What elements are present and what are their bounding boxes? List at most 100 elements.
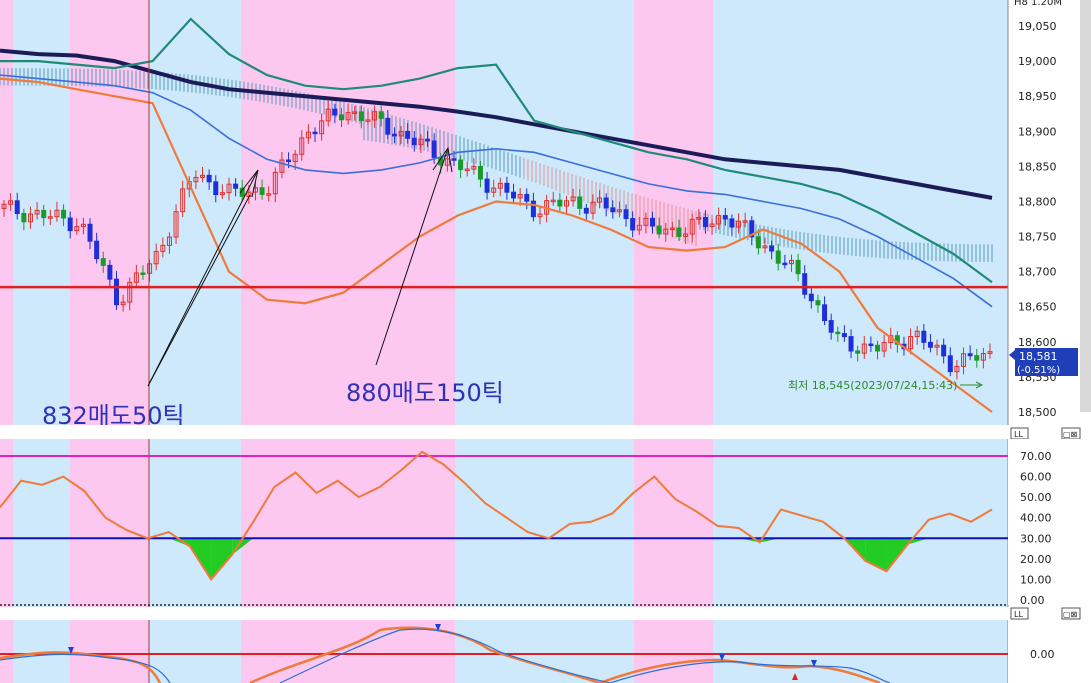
current-change-label: (-0.51%)	[1017, 365, 1060, 376]
candle-body	[782, 262, 788, 266]
price-tick-label: 18,900	[1018, 125, 1057, 138]
candle-body	[477, 165, 483, 180]
candle-body	[583, 207, 589, 214]
svg-text:▢⊠: ▢⊠	[1063, 610, 1077, 619]
svg-text:LL: LL	[1014, 430, 1023, 439]
candle-body	[458, 159, 464, 171]
candle-body	[769, 245, 775, 252]
session-band	[241, 0, 455, 683]
candle-body	[775, 250, 781, 264]
candle-body	[815, 300, 821, 306]
annotation-label-2: 880매도150틱	[346, 379, 504, 407]
svg-text:▢⊠: ▢⊠	[1063, 430, 1077, 439]
candle-body	[378, 111, 384, 119]
candle-body	[650, 217, 656, 227]
candle-body	[875, 344, 881, 352]
candle-body	[841, 333, 847, 338]
candle-body	[504, 182, 510, 193]
session-band	[634, 0, 713, 683]
candle-body	[524, 193, 530, 202]
candle-body	[927, 341, 933, 348]
session-band	[13, 0, 70, 683]
candle-body	[41, 209, 47, 219]
rsi-tick-label: 60.00	[1020, 471, 1052, 484]
candle-body	[967, 353, 973, 357]
candle-body	[405, 130, 411, 139]
candle-body	[113, 278, 119, 306]
candle-body	[623, 209, 629, 219]
price-tick-label: 19,050	[1018, 20, 1057, 33]
price-tick-label: 18,650	[1018, 301, 1057, 314]
svg-text:LL: LL	[1014, 610, 1023, 619]
candle-body	[755, 236, 761, 249]
candle-body	[431, 140, 437, 158]
price-tick-label: 18,800	[1018, 196, 1057, 209]
candle-body	[425, 138, 431, 142]
rsi-tick-label: 0.00	[1020, 594, 1045, 607]
price-tick-label: 18,700	[1018, 266, 1057, 279]
price-tick-label: 18,500	[1018, 406, 1057, 419]
candle-body	[530, 200, 536, 218]
candle-body	[603, 197, 609, 209]
candle-body	[947, 355, 953, 373]
candle-body	[941, 344, 947, 357]
rsi-tick-label: 20.00	[1020, 553, 1052, 566]
candle-body	[332, 108, 338, 116]
lowest-price-label: 최저 18,545(2023/07/24,15:43)	[788, 379, 957, 392]
candle-body	[630, 217, 636, 231]
price-tick-label: 18,950	[1018, 90, 1057, 103]
candle-body	[21, 212, 27, 223]
candle-body	[835, 331, 841, 335]
rsi-tick-label: 70.00	[1020, 450, 1052, 463]
candle-body	[828, 320, 834, 333]
macd-tick-zero: 0.00	[1030, 648, 1055, 661]
session-band	[148, 0, 241, 683]
candle-body	[676, 227, 682, 237]
candle-body	[61, 209, 67, 219]
candle-body	[140, 272, 146, 275]
candle-body	[610, 207, 616, 213]
candle-body	[358, 111, 364, 122]
candle-body	[100, 258, 106, 266]
rsi-tick-label: 30.00	[1020, 532, 1052, 545]
candle-body	[286, 159, 292, 163]
candle-body	[451, 158, 457, 161]
candle-body	[338, 114, 344, 121]
candle-body	[822, 304, 828, 322]
price-scrollbar[interactable]	[1080, 0, 1091, 412]
session-band	[713, 0, 1008, 683]
candle-body	[722, 215, 728, 220]
price-tick-label: 19,000	[1018, 55, 1057, 68]
candle-body	[233, 183, 239, 189]
candle-body	[391, 133, 397, 137]
session-band	[70, 0, 148, 683]
candle-body	[213, 181, 219, 196]
header-partial-text: H8 1.20M	[1014, 0, 1062, 8]
candle-body	[411, 137, 417, 146]
candle-body	[729, 218, 735, 228]
candle-body	[107, 264, 113, 280]
candle-body	[87, 223, 93, 242]
candle-body	[808, 293, 814, 302]
candle-body	[94, 240, 100, 260]
session-band	[455, 0, 634, 683]
panel-header-rsi: LL ▢⊠	[0, 425, 1091, 440]
candle-body	[511, 191, 517, 199]
candle-body	[484, 178, 490, 193]
candle-body	[795, 259, 801, 275]
price-tick-label: 18,600	[1018, 336, 1057, 349]
candle-body	[557, 199, 563, 207]
candle-body	[312, 131, 318, 135]
rsi-tick-label: 10.00	[1020, 573, 1052, 586]
candle-body	[974, 355, 980, 361]
candle-body	[385, 117, 391, 135]
candle-body	[848, 336, 854, 352]
price-tick-label: 18,750	[1018, 231, 1057, 244]
candle-body	[67, 217, 73, 232]
rsi-tick-label: 40.00	[1020, 512, 1052, 525]
rsi-tick-label: 50.00	[1020, 491, 1052, 504]
candle-body	[577, 196, 583, 209]
candle-body	[206, 174, 212, 183]
candle-body	[702, 217, 708, 228]
candle-body	[868, 343, 874, 347]
